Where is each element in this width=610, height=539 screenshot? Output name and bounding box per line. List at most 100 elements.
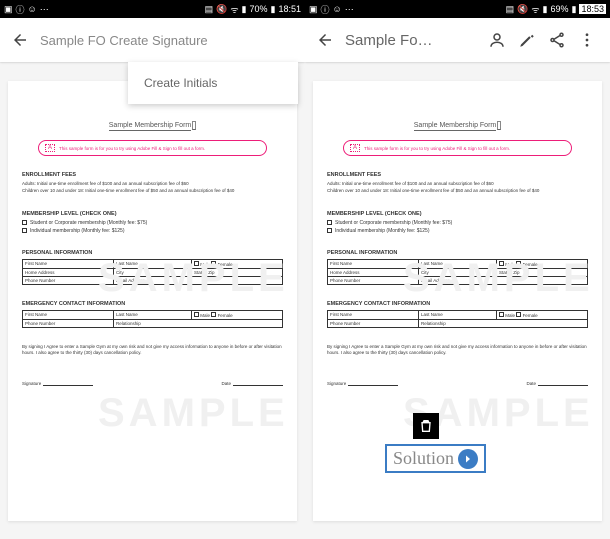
sim-icon: ▤ — [205, 4, 214, 15]
date-line[interactable] — [538, 385, 588, 386]
more-button[interactable] — [572, 25, 602, 55]
back-button[interactable] — [8, 28, 32, 52]
checkbox-icon[interactable] — [516, 261, 521, 266]
checkbox-individual[interactable]: Individual membership (Monthly fee: $125… — [327, 228, 588, 234]
battery-text: 70% — [250, 4, 268, 14]
delete-button[interactable] — [413, 413, 439, 439]
signal-icon: ▮ — [242, 4, 247, 15]
dropdown-menu: Create Initials — [128, 62, 298, 104]
status-right: ▤ 🔇 ᯤ ▮ 69% ▮ 18:53 — [506, 3, 606, 16]
document: SAMPLE SAMPLE Sample Membership Form A T… — [8, 81, 297, 521]
trash-icon — [418, 418, 434, 434]
text-cursor — [192, 121, 196, 130]
battery-text: 69% — [551, 4, 569, 14]
personal-table: First NameLast Name Male Female Home Add… — [22, 259, 283, 285]
document-container: SAMPLE SAMPLE Sample Membership Form A T… — [305, 63, 610, 529]
date-line[interactable] — [233, 385, 283, 386]
checkbox-individual[interactable]: Individual membership (Monthly fee: $125… — [22, 228, 283, 234]
status-right: ▤ 🔇 ᯤ ▮ 70% ▮ 18:51 — [205, 3, 301, 16]
checkbox-student[interactable]: Student or Corporate membership (Monthly… — [327, 220, 588, 226]
battery-icon: ▮ — [572, 4, 577, 15]
more-vert-icon — [578, 31, 596, 49]
note-box: A This sample form is for you to try usi… — [343, 140, 572, 156]
wifi-icon: ᯤ — [531, 3, 539, 16]
signal-icon: ▮ — [543, 4, 548, 15]
smile-icon: ☺ — [333, 4, 342, 14]
watermark: SAMPLE — [98, 391, 289, 436]
enrollment-section: ENROLLMENT FEES Adults: Initial one-time… — [327, 172, 588, 195]
text-cursor — [497, 121, 501, 130]
app-title: Sample Fo… — [337, 32, 482, 49]
checkbox-icon[interactable] — [516, 312, 521, 317]
note-a-icon: A — [350, 144, 360, 152]
checkbox-icon[interactable] — [194, 312, 199, 317]
checkbox-icon[interactable] — [499, 312, 504, 317]
signature-row: Signature Date — [327, 381, 588, 386]
app-bar: Sample Fo… — [305, 18, 610, 62]
document: SAMPLE SAMPLE Sample Membership Form A T… — [313, 81, 602, 521]
status-left: ▣ ⓘ ☺ ⋯ — [309, 3, 354, 16]
note-a-icon: A — [45, 144, 55, 152]
emergency-section: EMERGENCY CONTACT INFORMATION First Name… — [327, 301, 588, 328]
note-text: This sample form is for you to try using… — [364, 146, 510, 151]
arrow-right-icon — [462, 453, 474, 465]
checkbox-icon[interactable] — [499, 261, 504, 266]
policy-text: By signing I Agree to enter a Sample Gym… — [22, 344, 283, 358]
app-bar: Sample FO Create Signature — [0, 18, 305, 62]
personal-table: First NameLast Name Male Female Home Add… — [327, 259, 588, 285]
signature-row: Signature Date — [22, 381, 283, 386]
document-container: SAMPLE SAMPLE Sample Membership Form A T… — [0, 63, 305, 529]
back-arrow-icon — [11, 31, 29, 49]
checkbox-icon[interactable] — [194, 261, 199, 266]
checkbox-icon — [327, 220, 332, 225]
level-section: MEMBERSHIP LEVEL (CHECK ONE) Student or … — [327, 211, 588, 234]
sign-button[interactable] — [512, 25, 542, 55]
checkbox-icon — [22, 228, 27, 233]
checkbox-icon[interactable] — [211, 261, 216, 266]
checkbox-icon[interactable] — [211, 312, 216, 317]
back-button[interactable] — [313, 28, 337, 52]
resize-handle[interactable] — [458, 449, 478, 469]
signature-line[interactable] — [43, 385, 93, 386]
mute-icon: 🔇 — [216, 4, 227, 15]
right-pane: ▣ ⓘ ☺ ⋯ ▤ 🔇 ᯤ ▮ 69% ▮ 18:53 Sample Fo… S… — [305, 0, 610, 539]
left-pane: ▣ ⓘ ☺ ⋯ ▤ 🔇 ᯤ ▮ 70% ▮ 18:51 Sample FO Cr… — [0, 0, 305, 539]
emergency-section: EMERGENCY CONTACT INFORMATION First Name… — [22, 301, 283, 328]
level-section: MEMBERSHIP LEVEL (CHECK ONE) Student or … — [22, 211, 283, 234]
note-text: This sample form is for you to try using… — [59, 146, 205, 151]
emergency-table: First NameLast Name Male Female Phone Nu… — [327, 310, 588, 328]
status-left: ▣ ⓘ ☺ ⋯ — [4, 3, 49, 16]
image-icon: ▣ — [4, 4, 13, 15]
back-arrow-icon — [316, 31, 334, 49]
more-icon: ⋯ — [345, 4, 354, 15]
person-icon — [488, 31, 506, 49]
image-icon: ▣ — [309, 4, 318, 15]
status-bar: ▣ ⓘ ☺ ⋯ ▤ 🔇 ᯤ ▮ 69% ▮ 18:53 — [305, 0, 610, 18]
policy-text: By signing I Agree to enter a Sample Gym… — [327, 344, 588, 358]
sim-icon: ▤ — [506, 4, 515, 15]
smile-icon: ☺ — [28, 4, 37, 14]
checkbox-student[interactable]: Student or Corporate membership (Monthly… — [22, 220, 283, 226]
signature-text: Solution — [393, 448, 454, 469]
doc-title: Sample Membership Form — [327, 121, 588, 130]
pen-icon — [518, 31, 536, 49]
emergency-table: First NameLast Name Male Female Phone Nu… — [22, 310, 283, 328]
more-icon: ⋯ — [40, 4, 49, 15]
info-icon: ⓘ — [16, 3, 25, 16]
personal-section: PERSONAL INFORMATION First NameLast Name… — [22, 250, 283, 285]
signature-line[interactable] — [348, 385, 398, 386]
enrollment-section: ENROLLMENT FEES Adults: Initial one-time… — [22, 172, 283, 195]
status-bar: ▣ ⓘ ☺ ⋯ ▤ 🔇 ᯤ ▮ 70% ▮ 18:51 — [0, 0, 305, 18]
battery-icon: ▮ — [271, 4, 276, 15]
clock-text: 18:51 — [278, 4, 301, 14]
signature-overlay[interactable]: Solution — [385, 444, 486, 473]
checkbox-icon — [22, 220, 27, 225]
personal-section: PERSONAL INFORMATION First NameLast Name… — [327, 250, 588, 285]
profile-button[interactable] — [482, 25, 512, 55]
wifi-icon: ᯤ — [230, 3, 238, 16]
doc-title: Sample Membership Form — [22, 121, 283, 130]
share-button[interactable] — [542, 25, 572, 55]
share-icon — [548, 31, 566, 49]
create-initials-item[interactable]: Create Initials — [128, 62, 298, 104]
app-title: Sample FO Create Signature — [32, 33, 297, 48]
